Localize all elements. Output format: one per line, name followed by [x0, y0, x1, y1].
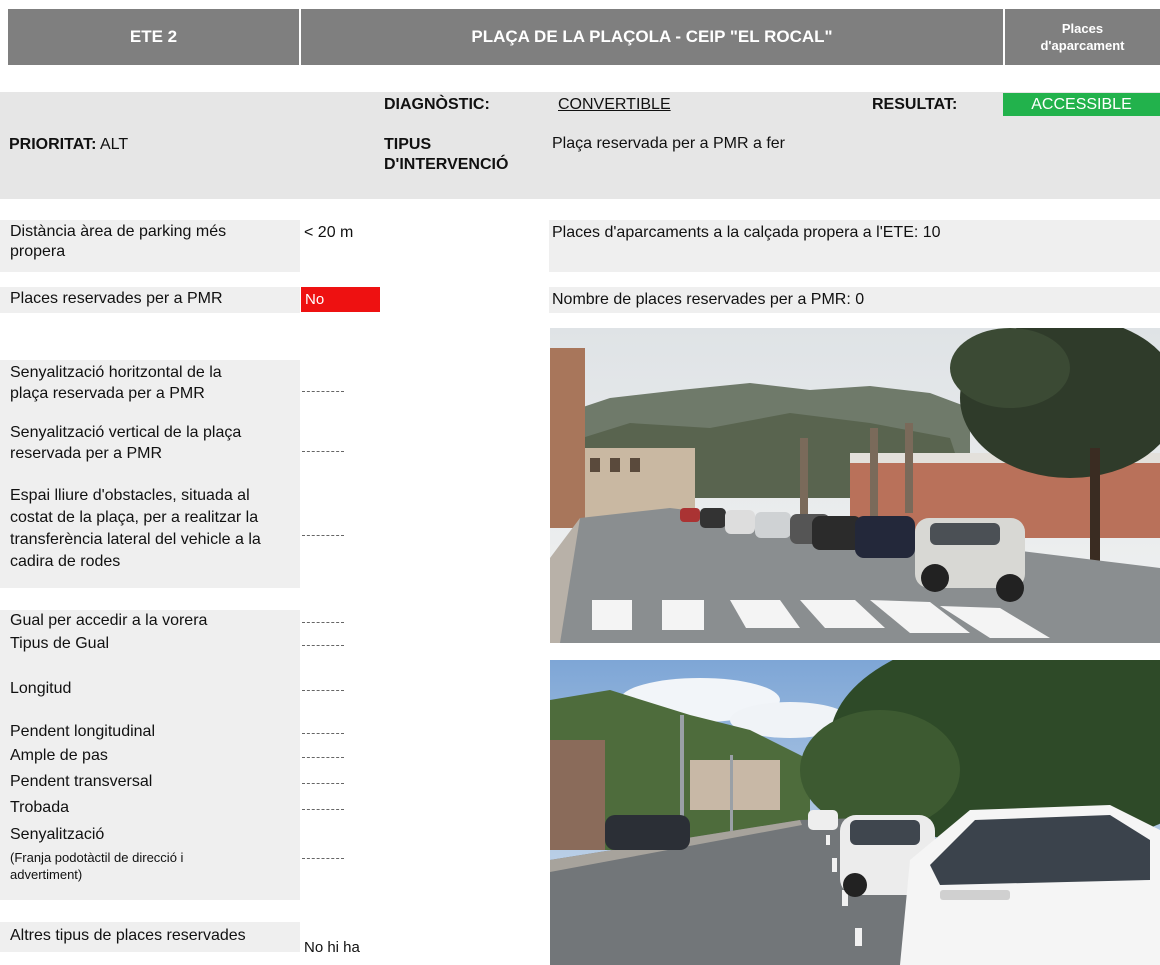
kerb-ramp-label: Gual per accedir a la vorera [10, 612, 208, 629]
sheet-category: Places d'aparcament [1005, 9, 1160, 65]
longitudinal-slope-label: Pendent longitudinal [10, 723, 156, 740]
diagnosis-value: CONVERTIBLE [558, 96, 671, 113]
cross-slope-label: Pendent transversal [10, 773, 153, 790]
signage-sublabel: (Franja podotàctil de direcció i advertim… [10, 850, 184, 882]
horizontal-signage-label: Senyalització horitzontal de la plaça res… [10, 364, 222, 402]
priority-field: PRIORITAT: ALT [9, 136, 129, 153]
intervention-value: Plaça reservada per a PMR a fer [552, 135, 785, 152]
street-photo-parked-cars [550, 660, 1160, 965]
kerb-ramp-value [302, 622, 344, 623]
sheet-code: ETE 2 [8, 9, 299, 65]
street-photo-crosswalk [550, 328, 1160, 643]
vertical-signage-value [302, 451, 344, 452]
signage-label: Senyalització [10, 826, 105, 843]
signage-value [302, 858, 344, 859]
kerb-ramp-type-value [302, 645, 344, 646]
reserved-value-badge: No [301, 287, 380, 312]
free-space-label: Espai lliure d'obstacles, situada al cos… [10, 487, 261, 570]
meeting-value [302, 809, 344, 810]
length-value [302, 690, 344, 691]
distance-value: < 20 m [304, 224, 354, 241]
horizontal-signage-value [302, 391, 344, 392]
diagnosis-label: DIAGNÒSTIC: [384, 96, 490, 113]
result-label: RESULTAT: [872, 96, 958, 113]
cross-slope-value [302, 783, 344, 784]
reserved-count-info: Nombre de places reservades per a PMR: 0 [549, 287, 1160, 313]
longitudinal-slope-value [302, 733, 344, 734]
intervention-label: TIPUS D'INTERVENCIÓ [384, 136, 509, 173]
kerb-ramp-type-label: Tipus de Gual [10, 635, 110, 652]
distance-label: Distància àrea de parking més propera [0, 220, 300, 272]
pass-width-label: Ample de pas [10, 747, 108, 764]
result-badge: ACCESSIBLE [1003, 93, 1160, 116]
length-label: Longitud [10, 680, 72, 697]
sheet-title: PLAÇA DE LA PLAÇOLA - CEIP "EL ROCAL" [301, 9, 1003, 65]
reserved-label: Places reservades per a PMR [0, 287, 300, 313]
free-space-value [302, 535, 344, 536]
other-reserved-value: No hi ha [304, 939, 360, 956]
street-places-info: Places d'aparcaments a la calçada proper… [549, 220, 1160, 272]
other-reserved-label: Altres tipus de places reservades [0, 922, 300, 952]
meeting-label: Trobada [10, 799, 69, 816]
vertical-signage-label: Senyalització vertical de la plaça reserv… [10, 424, 242, 462]
pass-width-value [302, 757, 344, 758]
